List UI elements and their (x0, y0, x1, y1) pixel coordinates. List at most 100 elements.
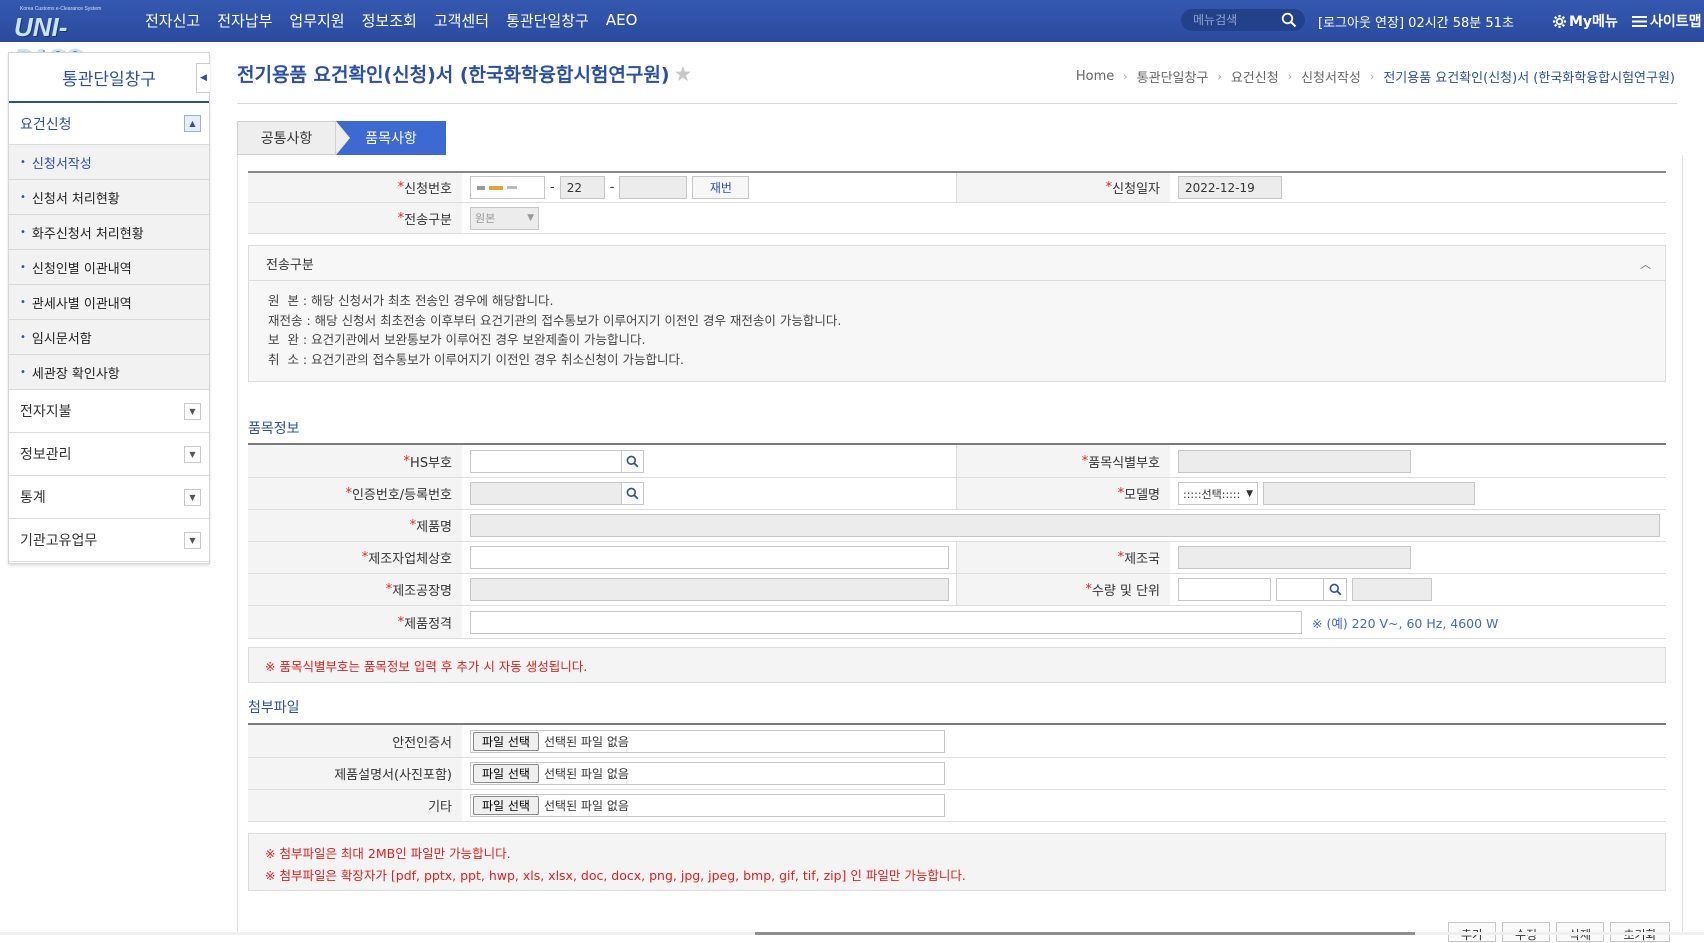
sidebar-title-text: 통관단일창구 (62, 69, 156, 90)
product-value (462, 510, 1666, 541)
info-header[interactable]: 전송구분 ︿ (249, 246, 1665, 281)
bullet-icon: • (20, 191, 26, 203)
item-id-note: ※ 품목식별부호는 품목정보 입력 후 추가 시 자동 생성됩니다. (248, 647, 1666, 683)
factory-input[interactable] (470, 578, 949, 601)
chevron-down-icon[interactable]: ▼ (184, 446, 201, 463)
req-no-part2-input[interactable]: 22 (559, 176, 605, 199)
req-no-part3-input[interactable] (619, 176, 688, 199)
sidebar-menu-label: 기관고유업무 (20, 533, 98, 549)
nav-info-inquiry[interactable]: 정보조회 (362, 10, 417, 31)
unit-search-button[interactable] (1324, 578, 1347, 601)
label-text: 모델명 (1124, 488, 1160, 503)
sidebar-menu-info[interactable]: 정보관리 ▼ (9, 433, 209, 476)
hs-search-button[interactable] (622, 449, 644, 473)
sidebar-group-requirement[interactable]: 요건신청 ▲ (9, 103, 209, 145)
sidebar-item-write[interactable]: • 신청서작성 (9, 145, 209, 180)
nav-customer-center[interactable]: 고객센터 (434, 10, 489, 31)
breadcrumb-item[interactable]: 요건신청 (1231, 67, 1279, 86)
chevron-down-icon[interactable]: ▼ (184, 532, 201, 549)
hs-value (462, 445, 957, 477)
sidebar-item-status[interactable]: • 신청서 처리현황 (9, 180, 209, 215)
cert-input[interactable] (470, 482, 622, 505)
label-text: 품목식별부호 (1088, 455, 1160, 471)
unit-name-input[interactable] (1352, 578, 1432, 601)
sidebar-item-broker-transfer[interactable]: • 관세사별 이관내역 (9, 285, 209, 320)
model-input[interactable] (1263, 482, 1475, 505)
unipass-logo[interactable]: Korea Customs e-Clearance System UNI-PAS… (12, 4, 112, 73)
bullet-icon: • (20, 226, 26, 238)
sidebar-item-customs-check[interactable]: • 세관장 확인사항 (9, 355, 209, 390)
attach-row: 기타 파일 선택 선택된 파일 없음 (248, 790, 1666, 822)
chevron-right-icon: › (1217, 70, 1222, 83)
attach-note: ※ 첨부파일은 최대 2MB인 파일만 가능합니다. ※ 첨부파일은 확장자가 … (248, 833, 1666, 891)
page-title: 전기용품 요건확인(신청)서 (한국화학융합시험연구원) ★ (237, 60, 692, 87)
sidebar-menu-agency[interactable]: 기관고유업무 ▼ (9, 519, 209, 562)
bullet-icon: • (20, 331, 26, 343)
sidebar-item-applicant-transfer[interactable]: • 신청인별 이관내역 (9, 250, 209, 285)
chevron-down-icon[interactable]: ▼ (184, 489, 201, 506)
breadcrumb-home[interactable]: Home (1076, 69, 1114, 84)
menu-search-input[interactable] (1193, 11, 1273, 29)
file-select-button[interactable]: 파일 선택 (473, 764, 539, 783)
chevron-up-icon[interactable]: ︿ (1640, 256, 1651, 272)
file-input[interactable]: 파일 선택 선택된 파일 없음 (470, 729, 945, 753)
send-type-info: 전송구분 ︿ 원 본 : 해당 신청서가 최초 전송인 경우에 해당합니다. 재… (248, 245, 1666, 382)
req-date-input[interactable]: 2022-12-19 (1178, 176, 1282, 199)
label-text: 제품명 (416, 520, 452, 535)
sidebar-collapse-icon[interactable]: ◀ (196, 63, 210, 93)
masked-value (477, 185, 485, 190)
sidebar-item-owner-status[interactable]: • 화주신청서 처리현황 (9, 215, 209, 250)
file-input[interactable]: 파일 선택 선택된 파일 없음 (470, 794, 945, 817)
req-no-part2-value: 22 (566, 180, 582, 195)
form-row-factory: * 제조공장명 * 수량 및 단위 (248, 574, 1666, 606)
sidebar-menu-payment[interactable]: 전자지불 ▼ (9, 390, 209, 433)
session-timer[interactable]: [로그아웃 연장] 02시간 58분 51초 (1318, 12, 1514, 31)
item-id-input[interactable] (1178, 449, 1411, 473)
send-type-select[interactable]: 원본 ▼ (470, 206, 539, 230)
item-id-value (1170, 445, 1666, 477)
title-divider (237, 103, 1677, 104)
cert-value (462, 478, 957, 509)
nav-aeo[interactable]: AEO (606, 11, 638, 29)
sidebar-item-temp-docs[interactable]: • 임시문서함 (9, 320, 209, 355)
req-no-part1-input[interactable] (470, 176, 545, 199)
search-icon[interactable] (1281, 12, 1297, 28)
sidebar-menu-label: 통계 (20, 490, 46, 506)
file-select-button[interactable]: 파일 선택 (473, 731, 539, 751)
country-input[interactable] (1178, 546, 1411, 569)
file-status: 선택된 파일 없음 (543, 734, 629, 749)
form-row-request: * 신청번호 - 22 - 재번 * 신청일자 2022-12-19 (248, 171, 1666, 203)
hs-input[interactable] (470, 449, 622, 473)
sidebar-menu-stats[interactable]: 통계 ▼ (9, 476, 209, 519)
tab-items[interactable]: 품목사항 (336, 121, 446, 155)
breadcrumb-item[interactable]: 신청서작성 (1301, 67, 1361, 86)
breadcrumb-item[interactable]: 통관단일창구 (1137, 67, 1209, 86)
sitemap-button[interactable]: 사이트맵 (1632, 11, 1702, 31)
nav-electronic-payment[interactable]: 전자납부 (217, 10, 272, 31)
collapse-up-icon[interactable]: ▲ (184, 115, 201, 132)
maker-input[interactable] (470, 546, 949, 569)
product-input[interactable] (470, 514, 1660, 537)
favorite-star-icon[interactable]: ★ (674, 62, 693, 86)
unit-input[interactable] (1276, 578, 1324, 601)
country-value (1170, 542, 1666, 573)
attach-value: 파일 선택 선택된 파일 없음 (462, 758, 1666, 789)
sidebar-title: 통관단일창구 ◀ (9, 53, 210, 103)
chevron-down-icon[interactable]: ▼ (184, 403, 201, 420)
mymenu-label: My메뉴 (1569, 14, 1618, 30)
reissue-button[interactable]: 재번 (692, 176, 750, 199)
spec-label: * 제품정격 (248, 606, 462, 638)
nav-work-support[interactable]: 업무지원 (289, 10, 344, 31)
cert-search-button[interactable] (622, 482, 644, 505)
sidebar-group-label: 요건신청 (20, 116, 72, 133)
file-select-button[interactable]: 파일 선택 (473, 796, 539, 815)
tab-common[interactable]: 공통사항 (237, 121, 336, 155)
model-select[interactable]: :::::선택::::: ▼ (1178, 482, 1258, 505)
info-line: 취 소 : 요건기관의 접수통보가 이루어지기 이전인 경우 취소신청이 가능합… (268, 351, 684, 367)
file-input[interactable]: 파일 선택 선택된 파일 없음 (470, 762, 945, 785)
nav-electronic-report[interactable]: 전자신고 (145, 10, 200, 31)
qty-input[interactable] (1178, 578, 1271, 601)
mymenu-button[interactable]: My메뉴 (1552, 11, 1618, 31)
nav-single-window[interactable]: 통관단일창구 (506, 10, 589, 31)
spec-input[interactable] (470, 610, 1302, 634)
